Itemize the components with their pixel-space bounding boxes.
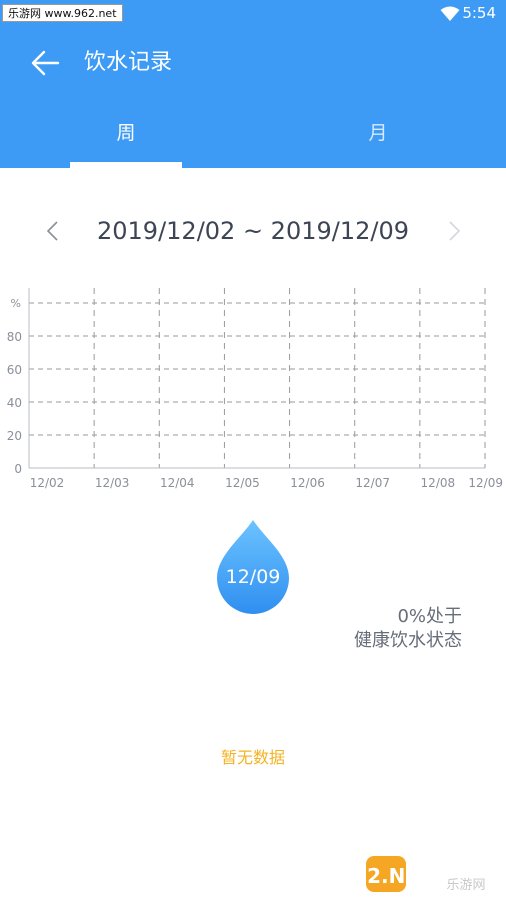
watermark-brand: 962.NET <box>366 864 433 888</box>
tab-month[interactable]: 月 <box>322 118 434 148</box>
x-tick-label: 12/09 <box>468 476 503 490</box>
status-time: 5:54 <box>462 4 496 22</box>
wifi-icon <box>440 6 460 21</box>
watermark-logo: 962.NET 乐游网 <box>366 856 486 893</box>
x-tick-label: 12/06 <box>290 476 325 490</box>
back-arrow-icon[interactable] <box>30 48 62 78</box>
tab-indicator <box>70 162 182 168</box>
x-tick-label: 12/07 <box>355 476 390 490</box>
status-description: 健康饮水状态 <box>354 630 462 651</box>
y-tick-label: 60 <box>7 363 22 377</box>
y-tick-label: 80 <box>7 330 22 344</box>
drop-date-label: 12/09 <box>225 566 281 588</box>
x-tick-label: 12/08 <box>421 476 456 490</box>
x-tick-label: 12/02 <box>30 476 65 490</box>
empty-state-text: 暂无数据 <box>220 748 285 767</box>
chevron-left-icon[interactable] <box>40 218 66 244</box>
watermark-sub: 乐游网 <box>446 878 485 893</box>
y-tick-label: 0 <box>14 462 22 476</box>
x-tick-label: 12/05 <box>225 476 260 490</box>
y-axis-label: % <box>11 297 21 310</box>
page-title: 饮水记录 <box>84 50 173 75</box>
watermark-label: 乐游网 www.962.net <box>2 4 123 22</box>
status-percent: 0%处于 <box>397 606 462 627</box>
x-tick-label: 12/04 <box>160 476 195 490</box>
y-tick-label: 40 <box>7 396 22 410</box>
status-bar: 乐游网 www.962.net 5:54 <box>0 0 506 26</box>
app-header: 乐游网 www.962.net 5:54 饮水记录 周 月 <box>0 0 506 168</box>
water-intake-chart: 0 20 40 60 80% 12/02 12/03 12/04 12/05 12/06 12/07… <box>7 288 503 490</box>
chevron-right-icon[interactable] <box>441 218 467 244</box>
tab-week[interactable]: 周 <box>70 118 182 148</box>
x-tick-label: 12/03 <box>95 476 130 490</box>
y-tick-label: 20 <box>7 429 22 443</box>
date-range-label: 2019/12/02 ~ 2019/12/09 <box>96 217 410 245</box>
